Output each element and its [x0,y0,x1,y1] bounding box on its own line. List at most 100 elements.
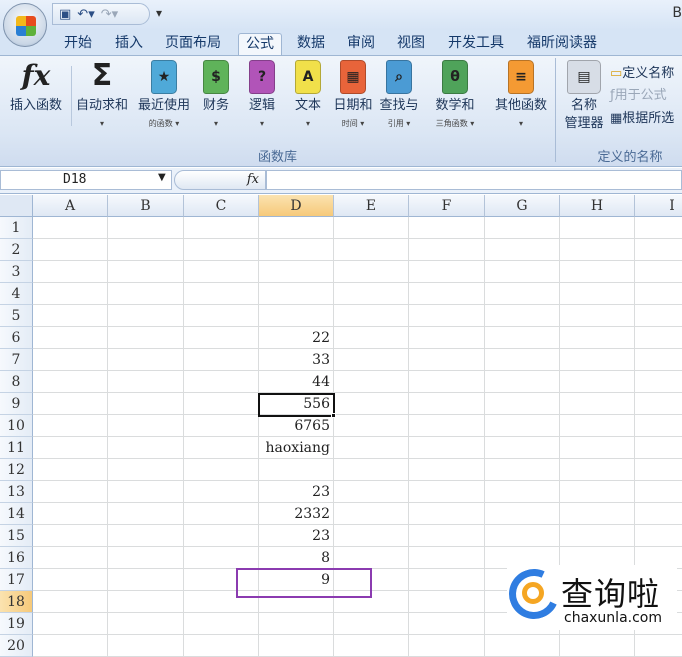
cell-B4[interactable] [108,283,184,305]
row-header-8[interactable]: 8 [0,371,33,393]
cell-C12[interactable] [184,459,259,481]
cell-C15[interactable] [184,525,259,547]
cell-I12[interactable] [635,459,682,481]
cell-B15[interactable] [108,525,184,547]
cell-H7[interactable] [560,349,635,371]
cell-H6[interactable] [560,327,635,349]
cell-F6[interactable] [409,327,485,349]
cell-D15[interactable]: 23 [259,525,334,547]
cell-C6[interactable] [184,327,259,349]
cell-D7[interactable]: 33 [259,349,334,371]
tab-1[interactable]: 插入 [108,33,150,56]
cell-F1[interactable] [409,217,485,239]
function-button-8[interactable]: θ 数学和 三角函数 ▾ [422,60,488,133]
tab-4[interactable]: 数据 [290,33,332,56]
function-button-1[interactable]: Σ 自动求和 ▾ [73,60,131,133]
tab-6[interactable]: 视图 [390,33,432,56]
cell-D10[interactable]: 6765 [259,415,334,437]
cell-B20[interactable] [108,635,184,657]
tab-8[interactable]: 福昕阅读器 [520,33,604,56]
cell-G6[interactable] [485,327,560,349]
cell-F15[interactable] [409,525,485,547]
cell-D13[interactable]: 23 [259,481,334,503]
cell-I3[interactable] [635,261,682,283]
row-header-12[interactable]: 12 [0,459,33,481]
cell-E8[interactable] [334,371,409,393]
column-header-C[interactable]: C [184,195,259,217]
cell-A14[interactable] [33,503,108,525]
cell-B19[interactable] [108,613,184,635]
cell-F8[interactable] [409,371,485,393]
cell-F3[interactable] [409,261,485,283]
create-from-selection-button[interactable]: ▦根据所选 [610,107,674,126]
row-header-2[interactable]: 2 [0,239,33,261]
cell-E20[interactable] [334,635,409,657]
office-button[interactable] [3,3,47,47]
cell-I14[interactable] [635,503,682,525]
cell-G11[interactable] [485,437,560,459]
cell-F5[interactable] [409,305,485,327]
cell-H1[interactable] [560,217,635,239]
row-header-9[interactable]: 9 [0,393,33,415]
cell-H8[interactable] [560,371,635,393]
cell-G4[interactable] [485,283,560,305]
cell-D11[interactable]: haoxiang [259,437,334,459]
cell-I10[interactable] [635,415,682,437]
row-header-4[interactable]: 4 [0,283,33,305]
cell-E16[interactable] [334,547,409,569]
cell-F10[interactable] [409,415,485,437]
cell-D2[interactable] [259,239,334,261]
cell-E3[interactable] [334,261,409,283]
cell-D12[interactable] [259,459,334,481]
cell-G13[interactable] [485,481,560,503]
cell-H13[interactable] [560,481,635,503]
cell-C16[interactable] [184,547,259,569]
cell-B7[interactable] [108,349,184,371]
cell-D6[interactable]: 22 [259,327,334,349]
cell-E12[interactable] [334,459,409,481]
cell-A15[interactable] [33,525,108,547]
cell-A3[interactable] [33,261,108,283]
row-header-17[interactable]: 17 [0,569,33,591]
cell-G15[interactable] [485,525,560,547]
column-header-B[interactable]: B [108,195,184,217]
cell-G9[interactable] [485,393,560,415]
cell-B17[interactable] [108,569,184,591]
cell-A9[interactable] [33,393,108,415]
function-button-5[interactable]: A 文本 ▾ [288,60,328,133]
cell-F13[interactable] [409,481,485,503]
cell-G20[interactable] [485,635,560,657]
cell-H15[interactable] [560,525,635,547]
tab-5[interactable]: 审阅 [340,33,382,56]
cell-F4[interactable] [409,283,485,305]
insert-function-button[interactable]: fx [174,170,266,190]
cell-B2[interactable] [108,239,184,261]
row-header-11[interactable]: 11 [0,437,33,459]
cell-C20[interactable] [184,635,259,657]
cell-C14[interactable] [184,503,259,525]
column-header-I[interactable]: I [635,195,682,217]
row-header-5[interactable]: 5 [0,305,33,327]
function-button-7[interactable]: ⌕ 查找与 引用 ▾ [376,60,422,133]
cell-G5[interactable] [485,305,560,327]
cell-I1[interactable] [635,217,682,239]
row-header-3[interactable]: 3 [0,261,33,283]
cell-F20[interactable] [409,635,485,657]
row-header-6[interactable]: 6 [0,327,33,349]
cell-E1[interactable] [334,217,409,239]
define-name-button[interactable]: ▭定义名称 [610,62,674,81]
cell-A10[interactable] [33,415,108,437]
cell-I2[interactable] [635,239,682,261]
cell-A4[interactable] [33,283,108,305]
row-header-16[interactable]: 16 [0,547,33,569]
column-header-A[interactable]: A [33,195,108,217]
cell-H14[interactable] [560,503,635,525]
redo-icon[interactable]: ↷▾ [101,7,118,22]
cell-C4[interactable] [184,283,259,305]
undo-icon[interactable]: ↶▾ [77,7,94,22]
cell-D8[interactable]: 44 [259,371,334,393]
cell-I15[interactable] [635,525,682,547]
cell-A20[interactable] [33,635,108,657]
cell-F9[interactable] [409,393,485,415]
cell-A8[interactable] [33,371,108,393]
